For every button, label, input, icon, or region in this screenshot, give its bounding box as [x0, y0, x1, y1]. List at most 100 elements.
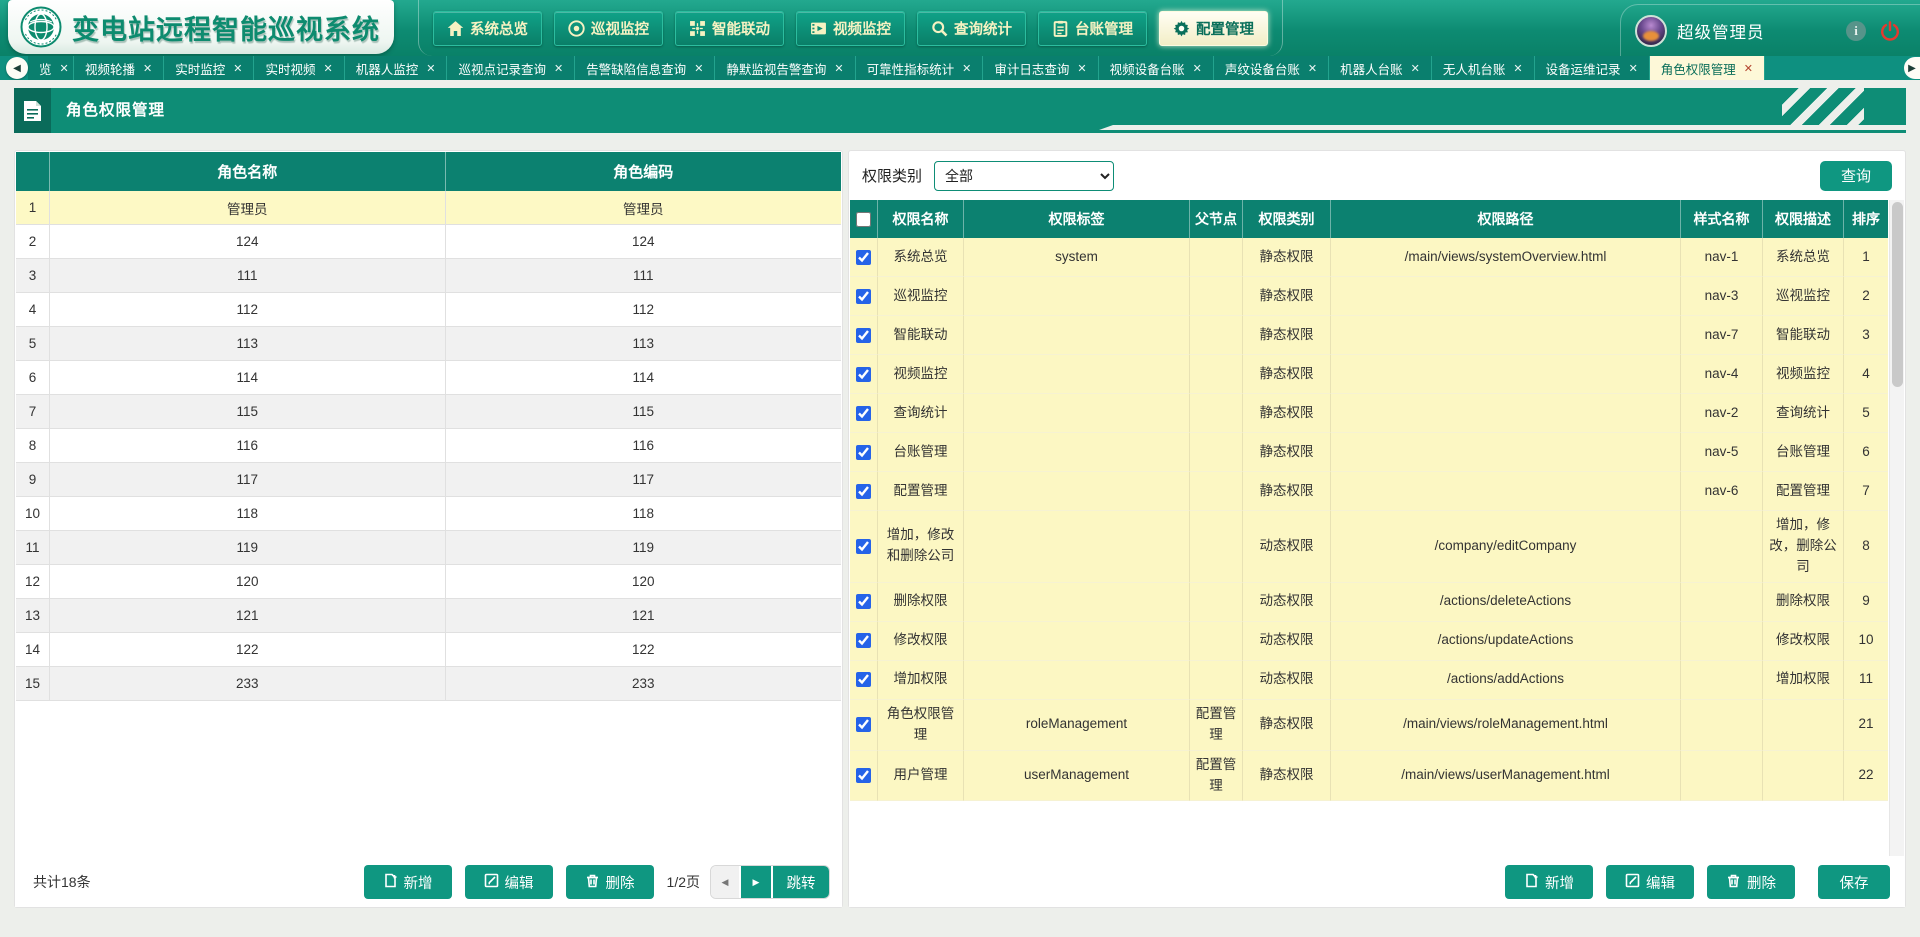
- tab-close-icon[interactable]: ✕: [1513, 62, 1522, 75]
- nav-button[interactable]: 巡视监控: [554, 11, 663, 46]
- select-all-checkbox[interactable]: [856, 212, 871, 227]
- tab[interactable]: 可靠性指标统计 ✕: [856, 56, 984, 80]
- power-icon[interactable]: [1878, 19, 1902, 43]
- permission-table-row[interactable]: 角色权限管理 roleManagement 配置管理 静态权限 /main/vi…: [850, 700, 1888, 751]
- permission-delete-button[interactable]: 删除: [1707, 865, 1795, 899]
- tab[interactable]: 机器人台账 ✕: [1329, 56, 1432, 80]
- permission-row-checkbox[interactable]: [856, 633, 871, 648]
- role-table-row[interactable]: 3 111 111: [16, 259, 841, 293]
- tab-close-icon[interactable]: ✕: [834, 62, 843, 75]
- permission-table-row[interactable]: 巡视监控 静态权限 nav-3 巡视监控 2: [850, 277, 1888, 316]
- tab-close-icon[interactable]: ✕: [323, 62, 332, 75]
- tab-close-icon[interactable]: ✕: [554, 62, 563, 75]
- permission-type-select[interactable]: 全部: [934, 161, 1114, 191]
- tab-close-icon[interactable]: ✕: [1077, 62, 1086, 75]
- tab-close-icon[interactable]: ✕: [1308, 62, 1317, 75]
- role-table-row[interactable]: 4 112 112: [16, 293, 841, 327]
- permission-row-checkbox[interactable]: [856, 328, 871, 343]
- nav-button[interactable]: 查询统计: [917, 11, 1026, 46]
- permission-row-checkbox[interactable]: [856, 250, 871, 265]
- permission-table-row[interactable]: 增加权限 动态权限 /actions/addActions 增加权限 11: [850, 661, 1888, 700]
- permission-save-button[interactable]: 保存: [1818, 865, 1890, 899]
- role-table-row[interactable]: 7 115 115: [16, 395, 841, 429]
- permission-table-row[interactable]: 用户管理 userManagement 配置管理 静态权限 /main/view…: [850, 751, 1888, 802]
- permission-row-checkbox[interactable]: [856, 717, 871, 732]
- role-add-button[interactable]: 新增: [364, 865, 452, 899]
- permission-row-checkbox[interactable]: [856, 367, 871, 382]
- role-table-row[interactable]: 11 119 119: [16, 531, 841, 565]
- permission-row-checkbox[interactable]: [856, 594, 871, 609]
- permission-table-row[interactable]: 修改权限 动态权限 /actions/updateActions 修改权限 10: [850, 622, 1888, 661]
- role-table-row[interactable]: 14 122 122: [16, 633, 841, 667]
- permission-row-checkbox[interactable]: [856, 445, 871, 460]
- permission-table-row[interactable]: 删除权限 动态权限 /actions/deleteActions 删除权限 9: [850, 583, 1888, 622]
- permission-row-checkbox[interactable]: [856, 406, 871, 421]
- tab-close-icon[interactable]: ✕: [60, 62, 69, 75]
- role-table-row[interactable]: 1 管理员 管理员: [16, 191, 841, 225]
- scrollbar-thumb[interactable]: [1892, 202, 1903, 387]
- jump-page-button[interactable]: 跳转: [773, 866, 829, 898]
- tab[interactable]: 声纹设备台账 ✕: [1214, 56, 1329, 80]
- tab[interactable]: 角色权限管理 ✕: [1650, 56, 1765, 80]
- tab-close-icon[interactable]: ✕: [694, 62, 703, 75]
- nav-button[interactable]: 视频监控: [796, 11, 905, 46]
- nav-button[interactable]: 系统总览: [433, 11, 542, 46]
- role-edit-button[interactable]: 编辑: [465, 865, 553, 899]
- permission-table-row[interactable]: 智能联动 静态权限 nav-7 智能联动 3: [850, 316, 1888, 355]
- tab[interactable]: 览 ✕: [28, 56, 74, 80]
- nav-button[interactable]: 配置管理: [1159, 11, 1268, 46]
- nav-button[interactable]: 智能联动: [675, 11, 784, 46]
- tab[interactable]: 巡视点记录查询 ✕: [447, 56, 575, 80]
- permission-row-checkbox[interactable]: [856, 289, 871, 304]
- role-table-row[interactable]: 15 233 233: [16, 667, 841, 701]
- tab-close-icon[interactable]: ✕: [143, 62, 152, 75]
- tab-close-icon[interactable]: ✕: [1744, 62, 1753, 75]
- role-delete-button[interactable]: 删除: [566, 865, 654, 899]
- permission-row-checkbox[interactable]: [856, 539, 871, 554]
- user-avatar[interactable]: [1635, 15, 1667, 47]
- tabs-scroll-right-button[interactable]: ▶: [1904, 57, 1920, 79]
- vertical-scrollbar[interactable]: [1889, 200, 1904, 856]
- tab-close-icon[interactable]: ✕: [962, 62, 971, 75]
- tab-close-icon[interactable]: ✕: [1411, 62, 1420, 75]
- permission-table-row[interactable]: 查询统计 静态权限 nav-2 查询统计 5: [850, 394, 1888, 433]
- tab[interactable]: 设备运维记录 ✕: [1535, 56, 1650, 80]
- permission-row-checkbox[interactable]: [856, 672, 871, 687]
- permission-row-checkbox[interactable]: [856, 484, 871, 499]
- tab-close-icon[interactable]: ✕: [426, 62, 435, 75]
- permission-add-button[interactable]: 新增: [1505, 865, 1593, 899]
- role-table-row[interactable]: 5 113 113: [16, 327, 841, 361]
- role-table-row[interactable]: 9 117 117: [16, 463, 841, 497]
- info-icon[interactable]: i: [1844, 19, 1868, 43]
- permission-table-row[interactable]: 配置管理 静态权限 nav-6 配置管理 7: [850, 472, 1888, 511]
- tab[interactable]: 机器人监控 ✕: [345, 56, 448, 80]
- nav-button[interactable]: 台账管理: [1038, 11, 1147, 46]
- tab[interactable]: 审计日志查询 ✕: [983, 56, 1098, 80]
- tab[interactable]: 告警缺陷信息查询 ✕: [575, 56, 715, 80]
- tab-close-icon[interactable]: ✕: [1193, 62, 1202, 75]
- tab[interactable]: 视频轮播 ✕: [74, 56, 164, 80]
- permission-table-row[interactable]: 增加，修改和删除公司 动态权限 /company/editCompany 增加，…: [850, 511, 1888, 583]
- role-table-row[interactable]: 10 118 118: [16, 497, 841, 531]
- tab[interactable]: 实时视频 ✕: [254, 56, 344, 80]
- permission-table-row[interactable]: 系统总览 system 静态权限 /main/views/systemOverv…: [850, 238, 1888, 277]
- permission-row-checkbox[interactable]: [856, 768, 871, 783]
- tab[interactable]: 静默监视告警查询 ✕: [715, 56, 855, 80]
- permission-edit-button[interactable]: 编辑: [1606, 865, 1694, 899]
- tab[interactable]: 视频设备台账 ✕: [1099, 56, 1214, 80]
- role-table-row[interactable]: 2 124 124: [16, 225, 841, 259]
- tabs-scroll-left-button[interactable]: ◀: [6, 57, 28, 79]
- search-button[interactable]: 查询: [1820, 161, 1892, 191]
- tab[interactable]: 无人机台账 ✕: [1432, 56, 1535, 80]
- role-table-row[interactable]: 12 120 120: [16, 565, 841, 599]
- role-table-row[interactable]: 13 121 121: [16, 599, 841, 633]
- role-table-row[interactable]: 8 116 116: [16, 429, 841, 463]
- tab[interactable]: 实时监控 ✕: [164, 56, 254, 80]
- tab-close-icon[interactable]: ✕: [1629, 62, 1638, 75]
- prev-page-button[interactable]: ◀: [711, 866, 741, 898]
- role-table-row[interactable]: 6 114 114: [16, 361, 841, 395]
- next-page-button[interactable]: ▶: [741, 866, 773, 898]
- permission-table-row[interactable]: 视频监控 静态权限 nav-4 视频监控 4: [850, 355, 1888, 394]
- permission-table-row[interactable]: 台账管理 静态权限 nav-5 台账管理 6: [850, 433, 1888, 472]
- tab-close-icon[interactable]: ✕: [233, 62, 242, 75]
